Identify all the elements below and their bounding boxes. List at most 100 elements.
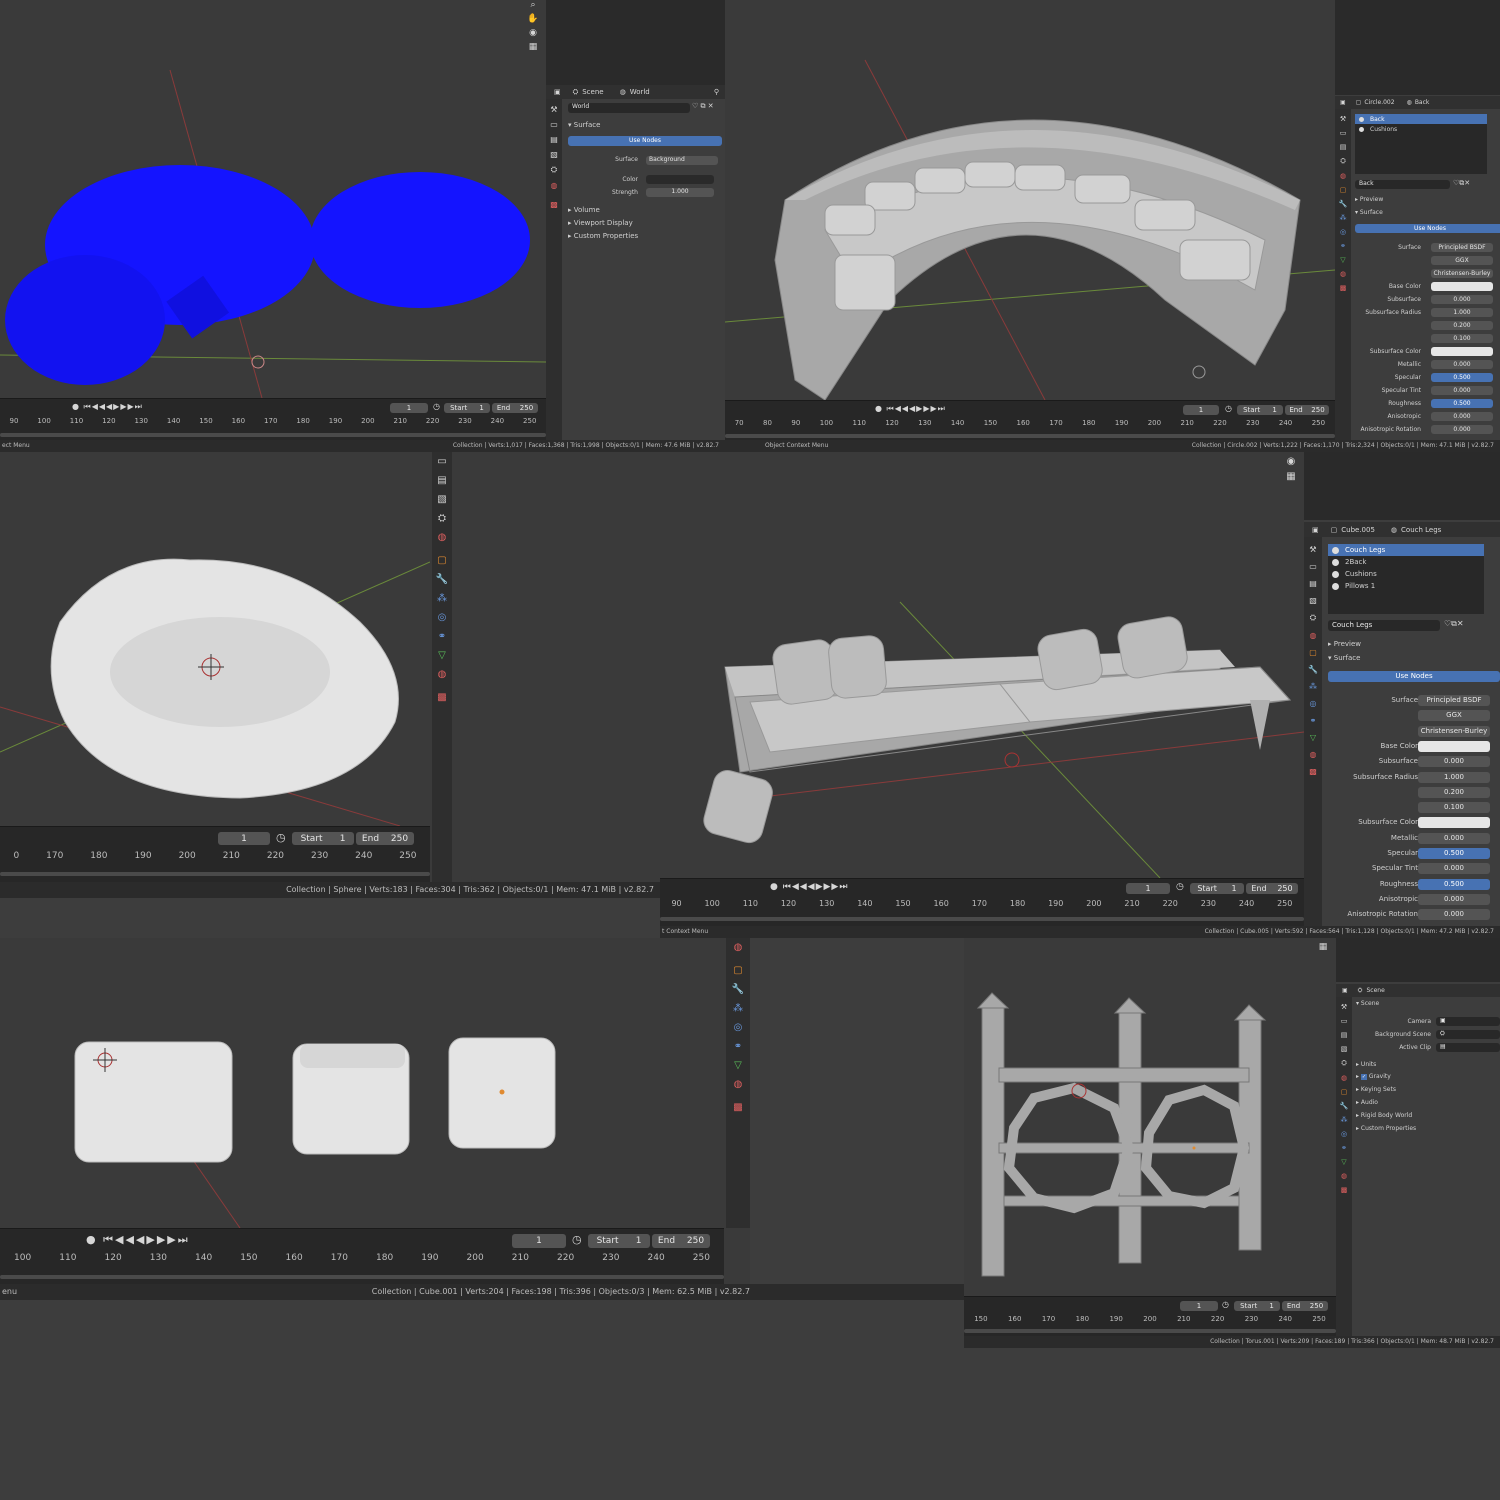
current-frame-field[interactable]: 1 (1180, 1301, 1218, 1311)
current-frame-field[interactable]: 1 (390, 403, 428, 413)
timeline-scrollbar[interactable] (0, 433, 546, 437)
material-datablock-field[interactable]: Back (1355, 180, 1450, 189)
world-tab-icon[interactable]: ◍ (438, 532, 447, 543)
tool-tab-icon[interactable]: ⚒ (1340, 115, 1346, 123)
timeline-scrollbar[interactable] (964, 1329, 1336, 1333)
output-tab-icon[interactable]: ▤ (1340, 143, 1347, 151)
constraints-tab-icon[interactable]: ⚭ (1310, 716, 1317, 725)
blue-cushion-left[interactable] (5, 255, 165, 385)
scene-panel-header[interactable]: ▾ Scene (1356, 1000, 1379, 1007)
property-field[interactable] (1431, 282, 1493, 291)
property-field[interactable]: GGX (1418, 710, 1490, 722)
tool-tab-icon[interactable]: ⚒ (1341, 1003, 1347, 1011)
end-frame-field[interactable]: End 250 (1282, 1301, 1328, 1311)
start-frame-field[interactable]: Start 1 (292, 832, 354, 845)
timeline-scrollbar[interactable] (725, 434, 1335, 438)
property-field[interactable]: 0.500 (1431, 399, 1493, 408)
object-tab-icon[interactable]: ▢ (733, 965, 742, 976)
modifier-tab-icon[interactable]: 🔧 (1339, 200, 1348, 208)
current-frame-field[interactable]: 1 (218, 832, 270, 845)
start-frame-field[interactable]: Start 1 (588, 1234, 650, 1248)
world-tab-icon[interactable]: ◍ (551, 181, 558, 190)
object-tab-icon[interactable]: ▢ (1340, 186, 1347, 194)
start-frame-field[interactable]: Start 1 (1190, 883, 1244, 894)
constraints-tab-icon[interactable]: ⚭ (1341, 1144, 1347, 1152)
property-field[interactable]: GGX (1431, 256, 1493, 265)
custom-properties-panel-header[interactable]: ▸ Custom Properties (568, 232, 638, 240)
tool-tab-icon[interactable]: ⚒ (1309, 545, 1316, 554)
physics-tab-icon[interactable]: ◎ (1310, 699, 1317, 708)
playback-controls[interactable]: ● ⏮◀◀◀▶▶▶⏭ (875, 404, 946, 414)
world-tab-icon[interactable]: ◍ (1340, 172, 1346, 180)
timeline-ruler[interactable]: 150 160 170 180 190 200 210 220 230 240 250 (964, 1315, 1336, 1323)
property-field[interactable]: 0.000 (1431, 425, 1493, 434)
constraints-tab-icon[interactable]: ⚭ (1340, 242, 1346, 250)
modifier-tab-icon[interactable]: 🔧 (1308, 665, 1318, 674)
end-frame-field[interactable]: End 250 (492, 403, 538, 413)
scene-tab-icon[interactable]: ⛭ (551, 165, 557, 175)
render-tab-icon[interactable]: ▭ (550, 120, 558, 129)
editor-type-icon[interactable]: ▣ (1342, 987, 1348, 994)
particles-tab-icon[interactable]: ⁂ (1341, 1116, 1348, 1124)
surface-panel-header[interactable]: ▾ Surface (1328, 654, 1360, 662)
blue-cushion-right[interactable] (310, 172, 530, 308)
object-tab-icon[interactable]: ▢ (1341, 1088, 1348, 1096)
current-frame-field[interactable]: 1 (512, 1234, 566, 1248)
property-field[interactable]: Christensen-Burley (1418, 725, 1490, 737)
object-breadcrumb[interactable]: Circle.002 (1364, 99, 1394, 106)
end-frame-field[interactable]: End 250 (356, 832, 414, 845)
timeline-ruler[interactable]: 0 170 180 190 200 210 220 230 240 250 (0, 851, 430, 861)
world-tab[interactable]: World (630, 88, 650, 96)
viewport-nav-gizmo[interactable]: ⌕ ✋ ◉ ▦ (526, 0, 540, 52)
property-field[interactable] (1431, 347, 1493, 356)
object-tab-icon[interactable]: ▢ (437, 555, 446, 566)
rigid-body-world-panel-header[interactable]: ▸ Rigid Body World (1356, 1112, 1412, 1119)
data-tab-icon[interactable]: ▽ (1341, 1158, 1346, 1166)
editor-type-icon[interactable]: ▣ (1312, 526, 1319, 534)
material-slot[interactable]: Couch Legs (1328, 544, 1484, 556)
view-layer-tab-icon[interactable]: ▧ (1341, 1045, 1348, 1053)
constraints-tab-icon[interactable]: ⚭ (438, 631, 446, 642)
use-nodes-button[interactable]: Use Nodes (568, 136, 722, 146)
property-field[interactable]: 0.200 (1418, 786, 1490, 798)
output-tab-icon[interactable]: ▤ (1341, 1031, 1348, 1039)
data-tab-icon[interactable]: ▽ (1310, 733, 1316, 742)
material-tab-icon[interactable]: ◍ (438, 669, 447, 680)
viewport-nav-gizmo[interactable]: ◉ ▦ (1284, 456, 1298, 482)
material-breadcrumb[interactable]: Couch Legs (1401, 526, 1441, 534)
material-tab-icon[interactable]: ◍ (1310, 750, 1317, 759)
property-field[interactable]: 0.500 (1418, 848, 1490, 859)
material-slot[interactable]: 2Back (1328, 556, 1484, 568)
audio-panel-header[interactable]: ▸ Audio (1356, 1099, 1378, 1106)
grid-icon[interactable]: ▦ (1319, 942, 1328, 952)
camera-icon[interactable]: ◉ (1287, 456, 1296, 467)
viewport-3d[interactable] (0, 452, 430, 826)
viewport-3d[interactable] (725, 0, 1335, 400)
world-tab-icon[interactable]: ◍ (1341, 1074, 1347, 1082)
viewport-3d[interactable]: ◉ ▦ (660, 452, 1304, 878)
view-layer-tab-icon[interactable]: ▧ (437, 494, 446, 505)
property-field[interactable]: 0.000 (1418, 863, 1490, 875)
physics-tab-icon[interactable]: ◎ (734, 1022, 743, 1033)
fake-user-icon[interactable]: ♡ ⧉ ✕ (692, 102, 714, 111)
timeline[interactable]: ● ⏮◀◀◀▶▶▶⏭ 1 ◷ Start 1 End 250 100 110 120 13… (0, 1228, 724, 1285)
playback-controls[interactable]: ● ⏮◀◀◀▶▶▶⏭ (86, 1233, 190, 1247)
properties-tabs[interactable]: ▭ ▤ ▧ ⛭ ◍ ▢ 🔧 ⁂ ◎ ⚭ ▽ ◍ ▩ (432, 452, 452, 882)
particles-tab-icon[interactable]: ⁂ (437, 593, 447, 604)
timeline-scrollbar[interactable] (660, 917, 1304, 921)
properties-tabs[interactable]: ⚒ ▭ ▤ ▧ ⛭ ◍ ▩ (546, 99, 562, 440)
data-tab-icon[interactable]: ▽ (734, 1060, 742, 1071)
property-field[interactable]: 0.000 (1431, 360, 1493, 369)
physics-tab-icon[interactable]: ◎ (1341, 1130, 1347, 1138)
output-tab-icon[interactable]: ▤ (437, 475, 446, 486)
timeline-ruler[interactable]: 100 110 120 130 140 150 160 170 180 190 200 210 220 2… (0, 1253, 724, 1263)
strength-field[interactable]: 1.000 (646, 188, 714, 197)
scene-tab-icon[interactable]: ⛭ (1340, 157, 1346, 166)
units-panel-header[interactable]: ▸ Units (1356, 1061, 1376, 1068)
pin-icon[interactable]: ⚲ (714, 88, 719, 96)
texture-tab-icon[interactable]: ▩ (437, 692, 446, 703)
texture-tab-icon[interactable]: ▩ (1341, 1186, 1348, 1194)
property-field[interactable]: Principled BSDF (1418, 695, 1490, 706)
timeline[interactable]: ● ⏮◀◀◀▶▶▶⏭ 1 ◷ Start 1 End 250 90 100 110 120… (660, 878, 1304, 927)
viewport-display-panel-header[interactable]: ▸ Viewport Display (568, 219, 633, 227)
